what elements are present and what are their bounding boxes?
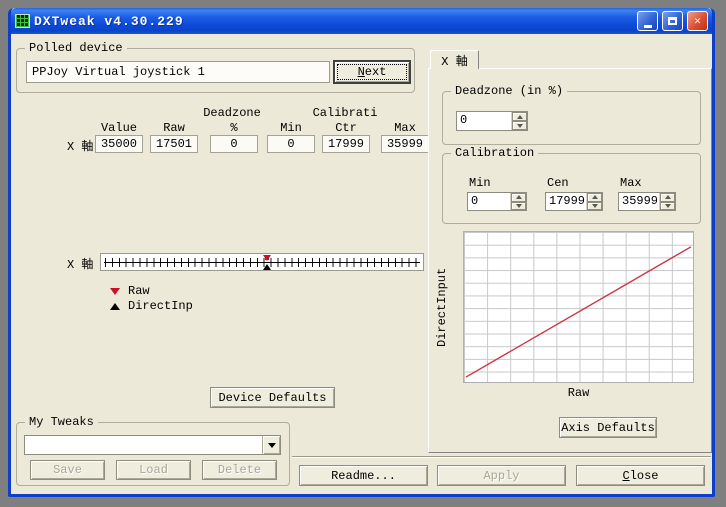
axis-ruler-label: X 軸 (67, 255, 93, 272)
col-header-max: Max (381, 121, 429, 135)
bottom-separator (292, 456, 711, 458)
save-button[interactable]: Save (30, 460, 105, 480)
col-header-value: Value (95, 121, 143, 135)
cal-cen-spin-down-button[interactable] (587, 202, 602, 211)
cal-max-spin-down-button[interactable] (660, 202, 675, 211)
axis-ruler (100, 253, 424, 271)
next-button[interactable]: Next (333, 60, 411, 84)
graph-line (464, 232, 693, 382)
maximize-icon (668, 17, 677, 25)
value-box-cal-ctr: 17999 (322, 135, 370, 153)
axis-row-label: X 軸 (67, 137, 93, 154)
my-tweaks-label: My Tweaks (25, 415, 98, 429)
cal-max-spinner[interactable]: 35999 (618, 192, 676, 211)
deadzone-spin-down-button[interactable] (512, 121, 527, 130)
legend-raw-label: Raw (128, 284, 150, 298)
calibration-group-label: Calibration (451, 146, 538, 160)
directinput-marker-icon (263, 264, 271, 270)
value-box-value: 35000 (95, 135, 143, 153)
close-icon: ✕ (694, 14, 701, 28)
table-header-deadzone: Deadzone (182, 106, 282, 120)
combo-dropdown-button[interactable] (262, 436, 280, 454)
cal-min-label: Min (469, 176, 491, 190)
titlebar[interactable]: DXTweak v4.30.229 ✕ (11, 8, 712, 34)
minimize-button[interactable] (637, 11, 658, 31)
col-header-raw: Raw (150, 121, 198, 135)
value-box-raw: 17501 (150, 135, 198, 153)
col-header-ctr: Ctr (322, 121, 370, 135)
load-button[interactable]: Load (116, 460, 191, 480)
legend-directinput-label: DirectInp (128, 299, 193, 313)
maximize-button[interactable] (662, 11, 683, 31)
client-area: Polled device PPJoy Virtual joystick 1 N… (11, 34, 712, 491)
window-title: DXTweak v4.30.229 (34, 14, 633, 29)
cal-min-value: 0 (468, 193, 511, 210)
value-box-cal-min: 0 (267, 135, 315, 153)
graph-xlabel: Raw (463, 386, 694, 400)
desktop-background: { "window": { "title": "DXTweak v4.30.22… (0, 0, 726, 507)
minimize-icon (644, 25, 652, 28)
axis-defaults-button[interactable]: Axis Defaults (559, 417, 657, 438)
directinput-legend-icon (110, 303, 120, 310)
tab-x-axis[interactable]: X 軸 (430, 50, 479, 69)
legend-raw: Raw (110, 284, 150, 298)
cal-cen-spinner[interactable]: 17999 (545, 192, 603, 211)
delete-button[interactable]: Delete (202, 460, 277, 480)
ruler-centerline (104, 262, 420, 263)
col-header-deadzone-pct: % (210, 121, 258, 135)
col-header-min: Min (267, 121, 315, 135)
legend-directinput: DirectInp (110, 299, 193, 313)
table-header-calibration: Calibrati (295, 106, 395, 120)
transfer-graph (463, 231, 694, 383)
polled-device-label: Polled device (25, 41, 127, 55)
app-grid-icon (15, 14, 30, 28)
cal-max-label: Max (620, 176, 642, 190)
device-name-field[interactable]: PPJoy Virtual joystick 1 (26, 61, 330, 83)
device-defaults-button[interactable]: Device Defaults (210, 387, 335, 408)
cal-max-value: 35999 (619, 193, 660, 210)
cal-min-spin-up-button[interactable] (511, 193, 526, 202)
deadzone-spin-up-button[interactable] (512, 112, 527, 121)
cal-cen-label: Cen (547, 176, 569, 190)
app-window: DXTweak v4.30.229 ✕ Polled device PPJoy … (8, 8, 715, 497)
device-name-value: PPJoy Virtual joystick 1 (32, 65, 205, 79)
raw-marker-icon (263, 255, 271, 261)
value-box-cal-max: 35999 (381, 135, 429, 153)
readme-button[interactable]: Readme... (299, 465, 428, 486)
cal-max-spin-up-button[interactable] (660, 193, 675, 202)
apply-button[interactable]: Apply (437, 465, 566, 486)
close-button[interactable]: ✕ (687, 11, 708, 31)
deadzone-spinner-value: 0 (457, 112, 512, 130)
raw-legend-icon (110, 288, 120, 295)
cal-cen-spin-up-button[interactable] (587, 193, 602, 202)
cal-min-spinner[interactable]: 0 (467, 192, 527, 211)
tweaks-combobox[interactable] (24, 435, 281, 455)
cal-cen-value: 17999 (546, 193, 587, 210)
graph-ylabel: DirectInput (435, 231, 449, 383)
cal-min-spin-down-button[interactable] (511, 202, 526, 211)
value-box-deadzone-pct: 0 (210, 135, 258, 153)
close-action-button[interactable]: Close (576, 465, 705, 486)
deadzone-group-label: Deadzone (in %) (451, 84, 567, 98)
deadzone-spinner[interactable]: 0 (456, 111, 528, 131)
tweaks-combo-value (25, 436, 262, 454)
